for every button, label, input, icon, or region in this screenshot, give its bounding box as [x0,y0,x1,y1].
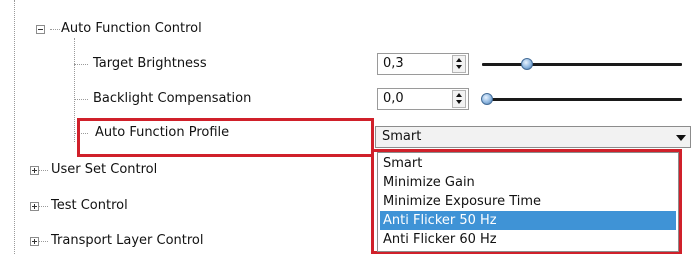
tree-connector [74,99,88,100]
spin-up-icon[interactable] [456,58,462,62]
spin-down-icon[interactable] [456,65,462,69]
dropdown-option-anti-flicker-50hz[interactable]: Anti Flicker 50 Hz [380,211,676,230]
tree-guide-root [14,0,15,254]
backlight-compensation-label: Backlight Compensation [93,91,252,106]
tree-connector [38,241,48,242]
expand-icon[interactable] [30,237,39,246]
target-brightness-spinbox[interactable]: 0,3 [377,53,469,75]
target-brightness-slider-track[interactable] [482,63,682,66]
dropdown-option-minimize-exposure-time[interactable]: Minimize Exposure Time [380,192,676,211]
chevron-down-icon[interactable] [676,135,686,141]
target-brightness-value[interactable]: 0,3 [383,56,404,72]
tree-connector [74,64,88,65]
spin-up-icon[interactable] [456,93,462,97]
backlight-compensation-slider-thumb[interactable] [481,93,493,105]
auto-function-profile-selected[interactable]: Smart [382,129,421,145]
expand-icon[interactable] [30,202,39,211]
auto-function-profile-dropdown[interactable]: Smart Minimize Gain Minimize Exposure Ti… [377,152,679,252]
target-brightness-label: Target Brightness [93,56,207,71]
tree-connector [38,206,48,207]
backlight-compensation-value[interactable]: 0,0 [383,91,404,107]
tree-node-auto-function-control[interactable]: Auto Function Control [61,21,202,37]
tree-node-transport-layer-control[interactable]: Transport Layer Control [51,233,204,249]
dropdown-option-anti-flicker-60hz[interactable]: Anti Flicker 60 Hz [380,230,676,249]
tree-guide-auto-function [74,38,75,142]
spin-buttons[interactable] [452,90,466,108]
backlight-compensation-slider-track[interactable] [482,98,682,101]
expand-icon[interactable] [30,166,39,175]
tree-connector [38,170,48,171]
dropdown-option-smart[interactable]: Smart [380,154,676,173]
backlight-compensation-spinbox[interactable]: 0,0 [377,88,469,110]
highlight-profile-row [77,118,374,157]
tree-node-test-control[interactable]: Test Control [51,198,128,214]
spin-buttons[interactable] [452,55,466,73]
dropdown-option-minimize-gain[interactable]: Minimize Gain [380,173,676,192]
tree-connector [50,29,60,30]
spin-down-icon[interactable] [456,100,462,104]
tree-node-user-set-control[interactable]: User Set Control [51,162,157,178]
collapse-icon[interactable] [36,25,45,34]
target-brightness-slider-thumb[interactable] [521,58,533,70]
auto-function-profile-combobox[interactable]: Smart [375,126,691,148]
